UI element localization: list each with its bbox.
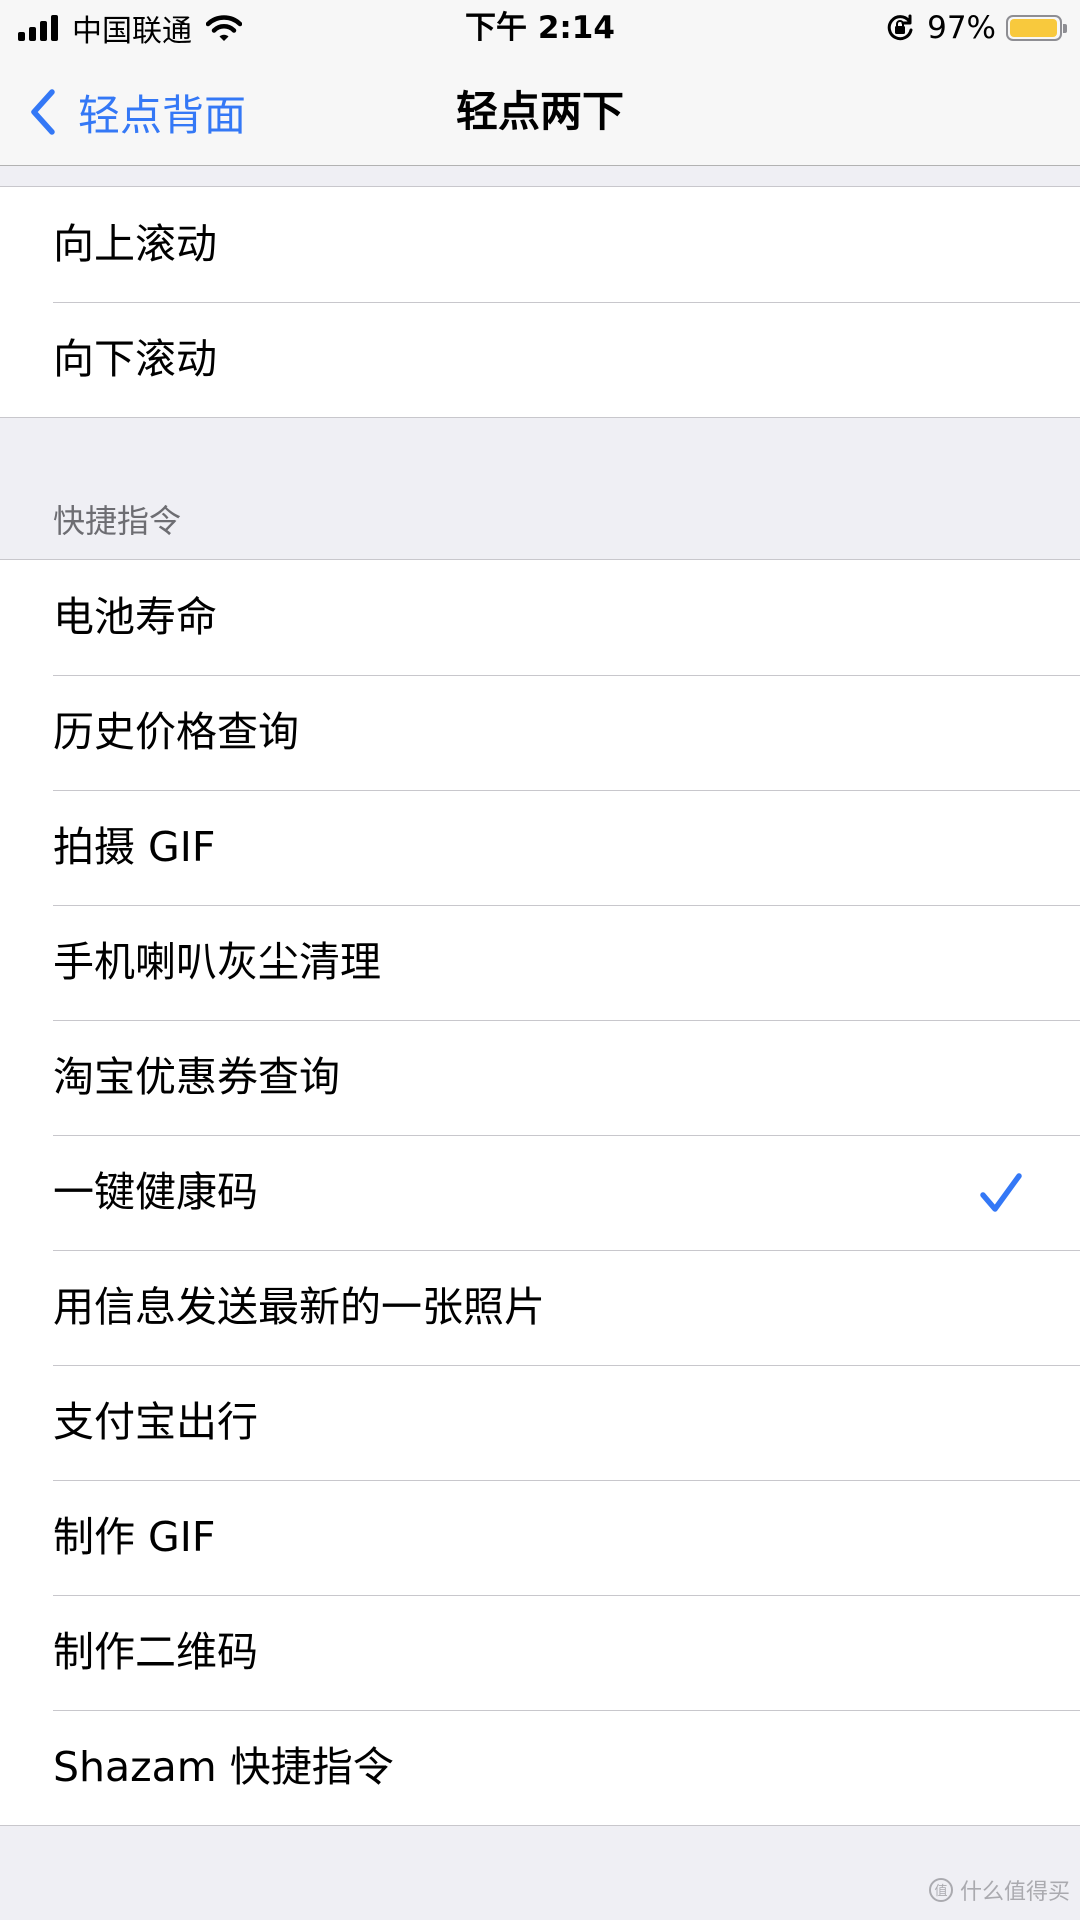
scroll-actions-list: 向上滚动 向下滚动 [0,186,1080,418]
watermark: 值 什么值得买 [928,1874,1070,1906]
list-item-label: 拍摄 GIF [53,823,216,871]
page-title: 轻点两下 [455,87,624,136]
list-item[interactable]: 电池寿命 [0,560,1080,675]
watermark-logo-icon: 值 [928,1878,953,1902]
list-item-label: 制作二维码 [53,1628,258,1676]
svg-text:值: 值 [934,1883,947,1899]
shortcuts-list: 电池寿命 历史价格查询 拍摄 GIF 手机喇叭灰尘清理 淘宝优惠券查询 一键健康… [0,559,1080,1826]
list-item-label: 向上滚动 [53,220,217,268]
list-item-label: 淘宝优惠券查询 [53,1053,340,1101]
list-item-label: 手机喇叭灰尘清理 [53,938,381,986]
list-item[interactable]: Shazam 快捷指令 [0,1710,1080,1825]
status-right: 97% [885,8,1067,48]
list-item-scroll-up[interactable]: 向上滚动 [0,187,1080,302]
list-item[interactable]: 制作二维码 [0,1595,1080,1710]
nav-bar: 轻点背面 轻点两下 [0,56,1080,166]
list-item[interactable]: 制作 GIF [0,1480,1080,1595]
battery-icon [1006,15,1067,41]
list-item-scroll-down[interactable]: 向下滚动 [0,302,1080,417]
list-item-label: 历史价格查询 [53,708,299,756]
watermark-text: 什么值得买 [959,1880,1070,1905]
list-item[interactable]: 拍摄 GIF [0,790,1080,905]
list-item-label: 支付宝出行 [53,1398,258,1446]
list-item[interactable]: 淘宝优惠券查询 [0,1020,1080,1135]
battery-level [1010,19,1057,37]
battery-percent: 97% [927,10,996,46]
list-item[interactable]: 支付宝出行 [0,1365,1080,1480]
list-item-label: 向下滚动 [53,335,217,383]
list-item[interactable]: 历史价格查询 [0,675,1080,790]
list-item-label: 用信息发送最新的一张照片 [53,1283,545,1331]
list-item-label: 制作 GIF [53,1513,216,1561]
orientation-lock-icon [887,14,913,41]
list-item-label: 一键健康码 [53,1168,258,1216]
status-bar: 中国联通 下午 2:14 97% [0,0,1080,56]
list-item[interactable]: 手机喇叭灰尘清理 [0,905,1080,1020]
list-item-selected[interactable]: 一键健康码 [0,1135,1080,1250]
list-item-label: 电池寿命 [53,593,217,641]
list-item[interactable]: 用信息发送最新的一张照片 [0,1250,1080,1365]
section-header: 快捷指令 [53,502,182,540]
checkmark-icon [980,1173,1022,1212]
list-item-label: Shazam 快捷指令 [53,1743,394,1791]
